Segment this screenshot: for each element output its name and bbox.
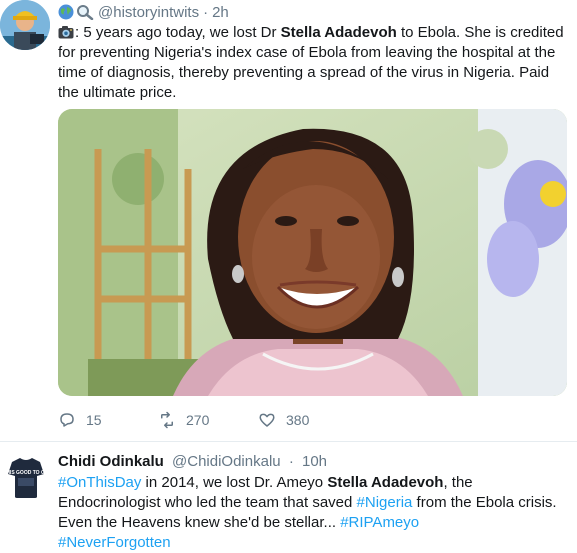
tweet-time[interactable]: 10h — [302, 453, 327, 470]
author-name[interactable]: Chidi Odinkalu — [58, 453, 164, 470]
camera-icon — [58, 25, 74, 39]
tweet-actions: 15 270 380 — [58, 400, 558, 440]
like-count: 380 — [286, 412, 310, 428]
tweet-text-part: in 2014, we lost Dr. Ameyo — [141, 474, 328, 491]
like-icon — [259, 413, 275, 427]
tweet-photo[interactable] — [58, 109, 567, 396]
avatar-shirt-text: THIS GOOD TO GO — [3, 470, 49, 476]
avatar-historyintwits[interactable] — [0, 0, 50, 50]
magnifying-glass-icon — [76, 4, 94, 21]
tweet-text: : 5 years ago today, we lost Dr Stella A… — [58, 23, 573, 103]
avatar-chidiodinkalu[interactable]: THIS GOOD TO GO — [2, 452, 50, 500]
retweet-icon — [161, 411, 173, 429]
hashtag-ripameyo[interactable]: #RIPAmeyo — [340, 514, 419, 531]
reply-button[interactable]: 15 — [58, 411, 102, 429]
hashtag-nigeria[interactable]: #Nigeria — [357, 494, 413, 511]
author-handle[interactable]: @historyintwits — [98, 4, 199, 21]
hashtag-onthisday[interactable]: #OnThisDay — [58, 474, 141, 491]
tweet-time[interactable]: 2h — [212, 4, 229, 21]
reply-count: 15 — [86, 412, 102, 428]
author-handle[interactable]: @ChidiOdinkalu — [172, 453, 281, 470]
tweet-header: @historyintwits · 2h — [58, 2, 229, 22]
tweet-text-part: : 5 years ago today, we lost Dr — [75, 24, 281, 41]
retweet-button[interactable]: 270 — [158, 411, 209, 429]
header-separator: · — [288, 453, 294, 470]
retweet-count: 270 — [186, 412, 210, 428]
reply-icon — [60, 413, 74, 427]
tweet-text-bold: Stella Adadevoh — [280, 24, 397, 41]
tweet-chidiodinkalu[interactable]: THIS GOOD TO GO Chidi Odinkalu @ChidiOdi… — [0, 441, 577, 551]
tweet-historyintwits[interactable]: @historyintwits · 2h : 5 years ago today… — [0, 0, 577, 441]
like-button[interactable]: 380 — [258, 411, 309, 429]
tweet-text: #OnThisDay in 2014, we lost Dr. Ameyo St… — [58, 473, 573, 553]
tweet-header: Chidi Odinkalu @ChidiOdinkalu · 10h — [58, 453, 327, 470]
header-separator: · — [203, 3, 209, 21]
tweet-text-bold: Stella Adadevoh — [327, 474, 444, 491]
hashtag-neverforgotten[interactable]: #NeverForgotten — [58, 534, 171, 551]
globe-icon — [58, 4, 74, 20]
